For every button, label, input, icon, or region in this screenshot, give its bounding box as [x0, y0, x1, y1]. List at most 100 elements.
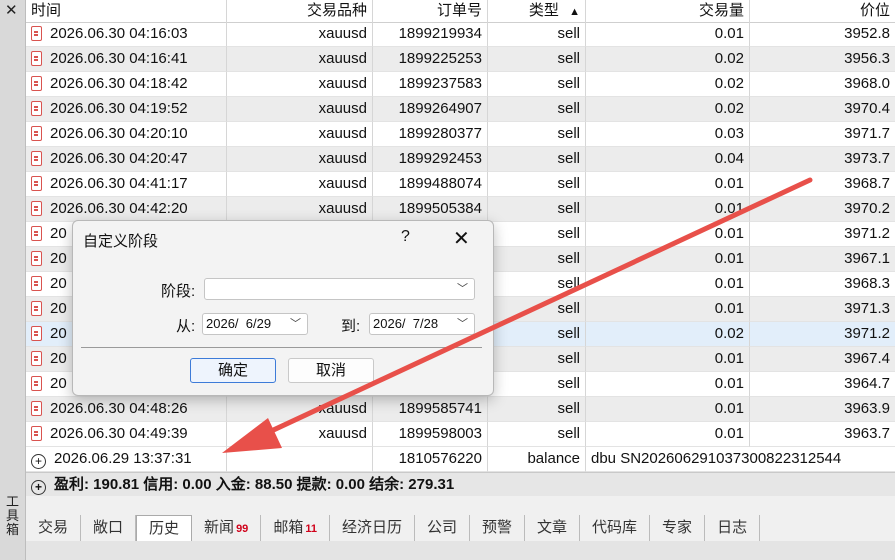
deal-document-icon — [31, 76, 42, 91]
period-select[interactable]: ﹀ — [204, 278, 475, 300]
cell-time: 20 — [50, 225, 67, 242]
cell-price: 3971.7 — [844, 125, 890, 142]
cell-time: 2026.06.30 04:48:26 — [50, 400, 188, 417]
ok-button[interactable]: 确定 — [190, 358, 276, 383]
cell-time: 20 — [50, 325, 67, 342]
header-symbol[interactable]: 交易品种 — [227, 0, 373, 22]
tab-label: 新闻 — [204, 519, 235, 536]
cell-volume: 0.02 — [714, 75, 744, 92]
cell-type: sell — [557, 75, 580, 92]
expand-icon[interactable]: + — [31, 454, 46, 469]
cell-volume: 0.01 — [714, 400, 744, 417]
table-row[interactable]: 2026.06.30 04:20:10 xauusd 1899280377 sell 0… — [26, 122, 895, 147]
tab-3[interactable]: 新闻 99 — [192, 515, 262, 541]
header-price[interactable]: 价位 — [750, 0, 895, 22]
tab-8[interactable]: 文章 — [525, 515, 581, 541]
cell-time: 20 — [50, 375, 67, 392]
cell-volume: 0.01 — [714, 175, 744, 192]
cell-price: 3970.2 — [844, 200, 890, 217]
tab-4[interactable]: 邮箱 11 — [261, 515, 330, 541]
cancel-button[interactable]: 取消 — [288, 358, 374, 383]
cell-type: sell — [557, 275, 580, 292]
from-date-picker[interactable]: 2026/ 6/29 ﹀ — [202, 313, 308, 335]
cell-time: 20 — [50, 300, 67, 317]
tab-label: 专家 — [662, 519, 693, 536]
sort-ascending-icon: ▲ — [569, 6, 580, 18]
cell-time: 2026.06.30 04:42:20 — [50, 200, 188, 217]
table-row[interactable]: 2026.06.30 04:16:03 xauusd 1899219934 sell 0… — [26, 22, 895, 47]
table-row[interactable]: 2026.06.30 04:20:47 xauusd 1899292453 sell 0… — [26, 147, 895, 172]
tab-11[interactable]: 日志 — [705, 515, 761, 541]
cell-time: 2026.06.30 04:41:17 — [50, 175, 188, 192]
table-row[interactable]: 2026.06.30 04:49:39 xauusd 1899598003 sell 0… — [26, 422, 895, 447]
tab-5[interactable]: 经济日历 — [330, 515, 415, 541]
cell-time: 2026.06.30 04:20:10 — [50, 125, 188, 142]
tab-0[interactable]: 交易 — [26, 515, 82, 541]
tab-7[interactable]: 预警 — [470, 515, 526, 541]
table-row[interactable]: 2026.06.30 04:18:42 xauusd 1899237583 sell 0… — [26, 72, 895, 97]
chevron-down-icon: ﹀ — [290, 318, 301, 330]
close-icon[interactable]: ✕ — [5, 1, 18, 19]
deal-document-icon — [31, 151, 42, 166]
cell-type: sell — [557, 150, 580, 167]
deal-document-icon — [31, 376, 42, 391]
cell-volume: 0.01 — [714, 25, 744, 42]
cell-volume: 0.02 — [714, 325, 744, 342]
cell-time: 2026.06.30 04:16:03 — [50, 25, 188, 42]
tab-label: 预警 — [482, 519, 513, 536]
deal-document-icon — [31, 351, 42, 366]
table-row[interactable]: 2026.06.30 04:16:41 xauusd 1899225253 sell 0… — [26, 47, 895, 72]
cell-symbol: xauusd — [318, 200, 367, 217]
balance-comment: dbu SN202606291037300822312544 — [586, 447, 895, 472]
table-row[interactable]: 2026.06.30 04:42:20 xauusd 1899505384 sell 0… — [26, 197, 895, 222]
tab-label: 文章 — [537, 519, 568, 536]
cell-volume: 0.01 — [714, 300, 744, 317]
table-row[interactable]: 2026.06.30 04:48:26 xauusd 1899585741 sell 0… — [26, 397, 895, 422]
table-row[interactable]: 2026.06.30 04:41:17 xauusd 1899488074 sell 0… — [26, 172, 895, 197]
cell-symbol: xauusd — [318, 175, 367, 192]
tab-10[interactable]: 专家 — [650, 515, 706, 541]
toolbox-sidebar: ✕ 工具箱 — [0, 0, 26, 560]
cell-order: 1899219934 — [398, 25, 482, 42]
header-time[interactable]: 时间 — [26, 0, 227, 22]
cell-type: sell — [557, 375, 580, 392]
cell-time: 2026.06.30 04:18:42 — [50, 75, 188, 92]
dialog-divider — [81, 347, 482, 348]
cell-order: 1899264907 — [398, 100, 482, 117]
cell-type: sell — [557, 25, 580, 42]
cell-order: 1899280377 — [398, 125, 482, 142]
to-date-picker[interactable]: 2026/ 7/28 ﹀ — [369, 313, 475, 335]
balance-row[interactable]: +2026.06.29 13:37:31 1810576220 balance … — [26, 447, 895, 472]
unread-count-badge: 11 — [305, 523, 317, 535]
tab-2[interactable]: 历史 — [136, 515, 193, 541]
cell-time: 2026.06.30 04:20:47 — [50, 150, 188, 167]
chevron-down-icon: ﹀ — [457, 283, 468, 295]
cell-price: 3968.3 — [844, 275, 890, 292]
tab-1[interactable]: 敞口 — [81, 515, 137, 541]
tab-9[interactable]: 代码库 — [580, 515, 651, 541]
cell-volume: 0.01 — [714, 275, 744, 292]
cell-price: 3967.4 — [844, 350, 890, 367]
cell-type: sell — [557, 350, 580, 367]
help-icon[interactable]: ? — [401, 228, 410, 246]
balance-time: 2026.06.29 13:37:31 — [54, 450, 192, 467]
table-row[interactable]: 2026.06.30 04:19:52 xauusd 1899264907 sell 0… — [26, 97, 895, 122]
expand-icon[interactable]: + — [31, 480, 46, 495]
tab-6[interactable]: 公司 — [415, 515, 470, 541]
from-label: 从: — [176, 318, 196, 335]
cell-symbol: xauusd — [318, 125, 367, 142]
cell-price: 3964.7 — [844, 375, 890, 392]
deal-document-icon — [31, 201, 42, 216]
close-icon[interactable]: ✕ — [453, 226, 470, 251]
cell-type: sell — [557, 250, 580, 267]
header-type[interactable]: 类型 ▲ — [488, 0, 586, 22]
deal-document-icon — [31, 401, 42, 416]
summary-text: 盈利: 190.81 信用: 0.00 入金: 88.50 提款: 0.00 结… — [54, 476, 455, 493]
header-volume[interactable]: 交易量 — [586, 0, 750, 22]
deal-document-icon — [31, 326, 42, 341]
cell-price: 3968.0 — [844, 75, 890, 92]
header-order[interactable]: 订单号 — [373, 0, 488, 22]
deal-document-icon — [31, 176, 42, 191]
toolbox-label[interactable]: 工具箱 — [0, 495, 25, 537]
deal-document-icon — [31, 126, 42, 141]
